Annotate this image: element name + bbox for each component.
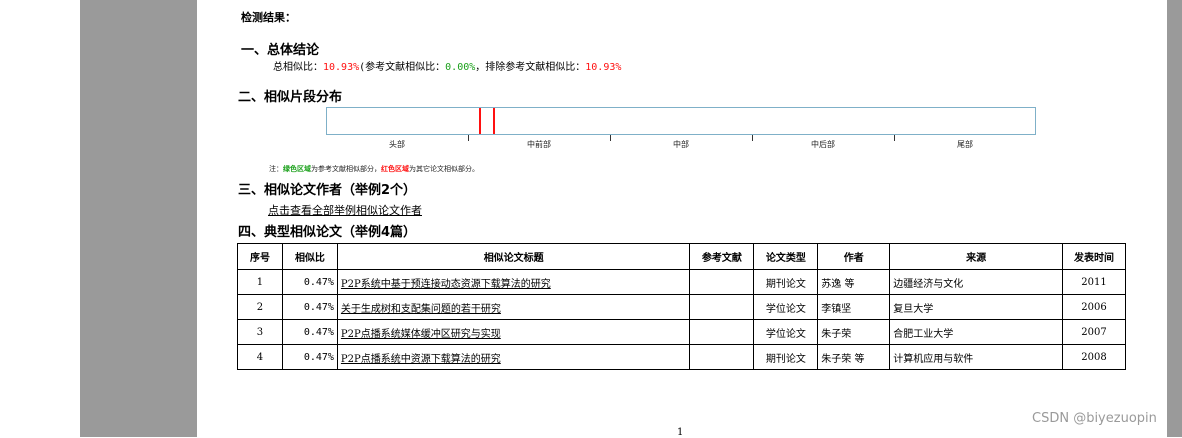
row-title-cell: P2P点播系统中资源下载算法的研究 (336, 344, 691, 370)
section-papers-heading: 四、典型相似论文（举例4篇） (238, 225, 417, 240)
note-red-area: 红色区域 (381, 164, 409, 173)
paper-title-link[interactable]: P2P系统中基于预连接动态资源下载算法的研究 (341, 279, 551, 290)
row-type: 学位论文 (753, 294, 819, 320)
total-prefix: 总相似比： (273, 62, 323, 73)
table-row: 3 0.47% P2P点播系统媒体缓冲区研究与实现 学位论文 朱子荣 合肥工业大… (237, 319, 1127, 345)
row-source: 边疆经济与文化 (889, 269, 1063, 295)
header-no: 序号 (237, 243, 283, 270)
note-green-area: 绿色区域 (283, 164, 311, 173)
similar-segment-marker (493, 108, 495, 134)
segment-label-middle: 中部 (673, 140, 689, 149)
row-ratio: 0.47% (281, 319, 338, 345)
row-source: 合肥工业大学 (889, 319, 1063, 345)
ref-similarity-value: 0.00% (445, 62, 476, 73)
row-year: 2011 (1061, 269, 1127, 295)
table-row: 4 0.47% P2P点播系统中资源下载算法的研究 期刊论文 朱子荣 等 计算机… (237, 344, 1127, 370)
header-type: 论文类型 (753, 243, 819, 270)
row-no: 3 (237, 319, 283, 345)
segment-label-front-middle: 中前部 (527, 140, 551, 149)
csdn-watermark: CSDN @biyezuopin (1032, 411, 1157, 426)
view-all-authors-link[interactable]: 点击查看全部举例相似论文作者 (268, 202, 422, 218)
header-author: 作者 (817, 243, 891, 270)
row-ratio: 0.47% (281, 269, 338, 295)
similarity-distribution-bar (326, 107, 1036, 135)
segment-label-head: 头部 (389, 140, 405, 149)
segment-label-tail: 尾部 (957, 140, 973, 149)
paper-title-link[interactable]: P2P点播系统媒体缓冲区研究与实现 (341, 329, 501, 340)
row-source: 复旦大学 (889, 294, 1063, 320)
table-header-row: 序号 相似比 相似论文标题 参考文献 论文类型 作者 来源 发表时间 (237, 243, 1127, 270)
segment-label-back-middle: 中后部 (811, 140, 835, 149)
row-title-cell: P2P点播系统媒体缓冲区研究与实现 (336, 319, 691, 345)
viewer-right-background (1167, 0, 1182, 437)
distribution-axis: 头部 中前部 中部 中后部 尾部 (326, 135, 1036, 151)
left-margin (0, 0, 80, 437)
distribution-note: 注：绿色区域为参考文献相似部分，红色区域为其它论文相似部分。 (269, 164, 479, 174)
row-no: 4 (237, 344, 283, 370)
row-reference (689, 319, 755, 345)
row-ratio: 0.47% (281, 294, 338, 320)
note-mid: 为参考文献相似部分， (311, 165, 381, 173)
table-row: 1 0.47% P2P系统中基于预连接动态资源下载算法的研究 期刊论文 苏逸 等… (237, 269, 1127, 295)
row-year: 2008 (1061, 344, 1127, 370)
note-suffix: 为其它论文相似部分。 (409, 165, 479, 173)
row-no: 2 (237, 294, 283, 320)
total-similarity-value: 10.93% (323, 62, 360, 73)
document-page: 检测结果： 一、总体结论 总相似比：10.93%(参考文献相似比：0.00%，排… (197, 0, 1167, 438)
page-number: 1 (677, 427, 684, 438)
similar-papers-table: 序号 相似比 相似论文标题 参考文献 论文类型 作者 来源 发表时间 1 0.4… (237, 243, 1127, 370)
table-row: 2 0.47% 关于生成树和支配集问题的若干研究 学位论文 李镇坚 复旦大学 2… (237, 294, 1127, 320)
row-no: 1 (237, 269, 283, 295)
similarity-summary: 总相似比：10.93%(参考文献相似比：0.00%，排除参考文献相似比：10.9… (273, 58, 621, 73)
viewer-left-background (80, 0, 197, 437)
row-year: 2006 (1061, 294, 1127, 320)
row-title-cell: P2P系统中基于预连接动态资源下载算法的研究 (336, 269, 691, 295)
row-author: 李镇坚 (817, 294, 891, 320)
row-author: 朱子荣 等 (817, 344, 891, 370)
paper-title-link[interactable]: P2P点播系统中资源下载算法的研究 (341, 354, 501, 365)
row-author: 朱子荣 (817, 319, 891, 345)
header-title: 相似论文标题 (336, 243, 691, 270)
row-type: 学位论文 (753, 319, 819, 345)
section-authors-heading: 三、相似论文作者（举例2个） (238, 183, 417, 198)
row-source: 计算机应用与软件 (889, 344, 1063, 370)
excl-prefix: ，排除参考文献相似比： (475, 62, 586, 73)
section-overall-heading: 一、总体结论 (241, 43, 320, 58)
ref-prefix: (参考文献相似比： (359, 62, 446, 73)
paper-title-link[interactable]: 关于生成树和支配集问题的若干研究 (341, 304, 501, 315)
header-year: 发表时间 (1061, 243, 1127, 270)
row-reference (689, 294, 755, 320)
row-author: 苏逸 等 (817, 269, 891, 295)
row-reference (689, 344, 755, 370)
row-title-cell: 关于生成树和支配集问题的若干研究 (336, 294, 691, 320)
row-type: 期刊论文 (753, 269, 819, 295)
header-ratio: 相似比 (281, 243, 338, 270)
result-label: 检测结果： (241, 11, 296, 24)
row-ratio: 0.47% (281, 344, 338, 370)
header-reference: 参考文献 (689, 243, 755, 270)
row-type: 期刊论文 (753, 344, 819, 370)
similar-segment-marker (479, 108, 481, 134)
section-distribution-heading: 二、相似片段分布 (238, 90, 343, 105)
row-reference (689, 269, 755, 295)
note-prefix: 注： (269, 165, 283, 173)
row-year: 2007 (1061, 319, 1127, 345)
header-source: 来源 (889, 243, 1063, 270)
excl-similarity-value: 10.93% (585, 62, 622, 73)
